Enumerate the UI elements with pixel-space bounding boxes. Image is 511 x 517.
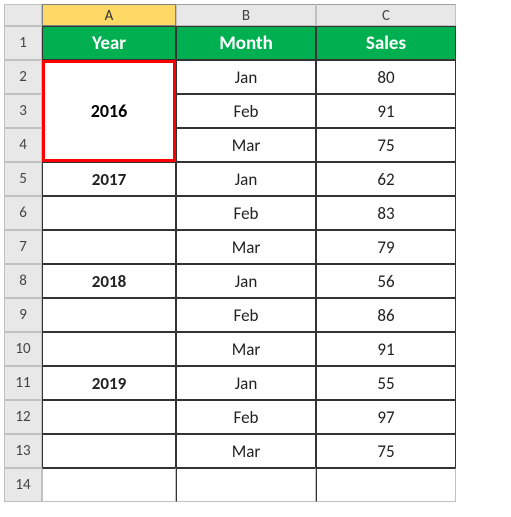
cell-c12[interactable]: 97 [316, 400, 456, 434]
cell-a9[interactable] [42, 298, 176, 332]
cell-b6[interactable]: Feb [176, 196, 316, 230]
header-sales[interactable]: Sales [316, 26, 456, 60]
row-header-3[interactable]: 3 [4, 94, 42, 128]
cell-b7[interactable]: Mar [176, 230, 316, 264]
cell-b14[interactable] [176, 468, 316, 502]
row-header-2[interactable]: 2 [4, 60, 42, 94]
header-month[interactable]: Month [176, 26, 316, 60]
cell-b4[interactable]: Mar [176, 128, 316, 162]
row-header-12[interactable]: 12 [4, 400, 42, 434]
row-header-13[interactable]: 13 [4, 434, 42, 468]
spreadsheet-grid[interactable]: A B C 1 Year Month Sales 2 2016 Jan 80 3… [4, 4, 507, 502]
cell-c2[interactable]: 80 [316, 60, 456, 94]
cell-b3[interactable]: Feb [176, 94, 316, 128]
row-header-7[interactable]: 7 [4, 230, 42, 264]
cell-b12[interactable]: Feb [176, 400, 316, 434]
cell-c11[interactable]: 55 [316, 366, 456, 400]
cell-c5[interactable]: 62 [316, 162, 456, 196]
select-all-corner[interactable] [4, 4, 42, 26]
cell-a8[interactable]: 2018 [42, 264, 176, 298]
row-header-5[interactable]: 5 [4, 162, 42, 196]
cell-c14[interactable] [316, 468, 456, 502]
cell-b11[interactable]: Jan [176, 366, 316, 400]
row-header-9[interactable]: 9 [4, 298, 42, 332]
cell-c8[interactable]: 56 [316, 264, 456, 298]
row-header-6[interactable]: 6 [4, 196, 42, 230]
row-header-8[interactable]: 8 [4, 264, 42, 298]
cell-a6[interactable] [42, 196, 176, 230]
cell-a12[interactable] [42, 400, 176, 434]
row-header-11[interactable]: 11 [4, 366, 42, 400]
cell-c3[interactable]: 91 [316, 94, 456, 128]
cell-c13[interactable]: 75 [316, 434, 456, 468]
cell-a5[interactable]: 2017 [42, 162, 176, 196]
cell-c7[interactable]: 79 [316, 230, 456, 264]
cell-a14[interactable] [42, 468, 176, 502]
col-header-a[interactable]: A [42, 4, 176, 26]
col-header-b[interactable]: B [176, 4, 316, 26]
cell-b13[interactable]: Mar [176, 434, 316, 468]
header-year[interactable]: Year [42, 26, 176, 60]
cell-a2-a4-merged[interactable]: 2016 [42, 60, 176, 162]
row-header-1[interactable]: 1 [4, 26, 42, 60]
cell-a11[interactable]: 2019 [42, 366, 176, 400]
cell-c6[interactable]: 83 [316, 196, 456, 230]
row-header-10[interactable]: 10 [4, 332, 42, 366]
cell-a7[interactable] [42, 230, 176, 264]
cell-b10[interactable]: Mar [176, 332, 316, 366]
cell-a13[interactable] [42, 434, 176, 468]
cell-b5[interactable]: Jan [176, 162, 316, 196]
cell-a10[interactable] [42, 332, 176, 366]
cell-b8[interactable]: Jan [176, 264, 316, 298]
cell-c9[interactable]: 86 [316, 298, 456, 332]
row-header-4[interactable]: 4 [4, 128, 42, 162]
cell-b9[interactable]: Feb [176, 298, 316, 332]
cell-b2[interactable]: Jan [176, 60, 316, 94]
col-header-c[interactable]: C [316, 4, 456, 26]
row-header-14[interactable]: 14 [4, 468, 42, 502]
cell-c10[interactable]: 91 [316, 332, 456, 366]
cell-c4[interactable]: 75 [316, 128, 456, 162]
